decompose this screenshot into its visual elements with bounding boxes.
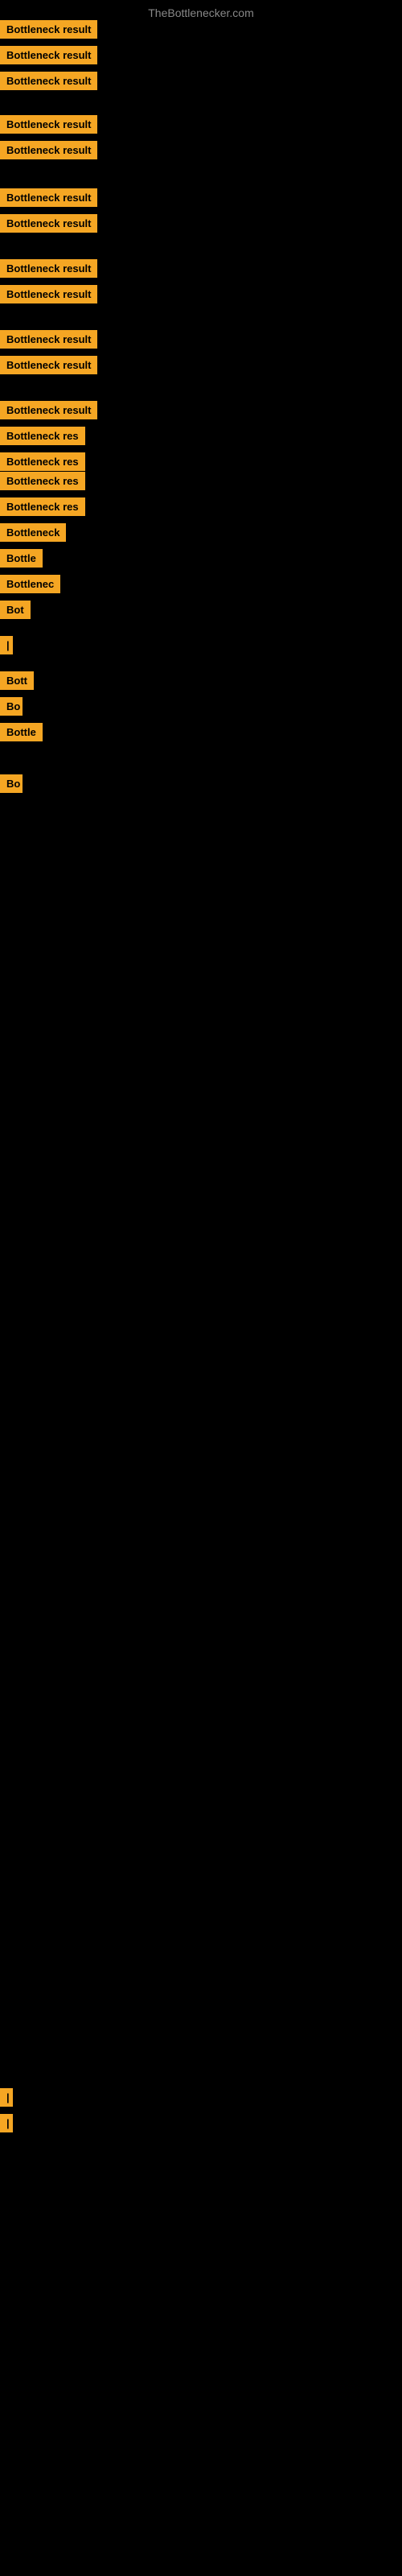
bottleneck-result-badge: Bottleneck result (0, 72, 97, 90)
bottleneck-result-badge: Bottle (0, 549, 43, 568)
bottleneck-badge-row: Bottleneck result (0, 356, 97, 378)
bottleneck-result-badge: Bottleneck res (0, 497, 85, 516)
bottleneck-badge-row: Bottle (0, 723, 43, 745)
bottleneck-badge-row: Bottleneck res (0, 427, 85, 449)
bottleneck-result-badge: Bottleneck result (0, 141, 97, 159)
bottleneck-badge-row: Bottleneck result (0, 259, 97, 282)
bottleneck-result-badge: Bottle (0, 723, 43, 741)
bottleneck-result-badge: Bottleneck result (0, 356, 97, 374)
bottleneck-badge-row: | (0, 2114, 13, 2136)
bottleneck-badge-row: Bottlenec (0, 575, 60, 597)
bottleneck-badge-row: Bottleneck result (0, 72, 97, 94)
bottleneck-badge-row: | (0, 2088, 13, 2111)
bottleneck-badge-row: Bottleneck result (0, 401, 97, 423)
bottleneck-badge-row: Bottleneck result (0, 141, 97, 163)
bottleneck-result-badge: | (0, 636, 13, 654)
bottleneck-result-badge: Bottleneck result (0, 46, 97, 64)
bottleneck-result-badge: Bottleneck result (0, 20, 97, 39)
bottleneck-result-badge: Bott (0, 671, 34, 690)
bottleneck-badge-row: Bott (0, 671, 34, 694)
bottleneck-badge-row: Bottleneck (0, 523, 66, 546)
bottleneck-result-badge: Bottleneck result (0, 330, 97, 349)
bottleneck-result-badge: | (0, 2114, 13, 2132)
bottleneck-result-badge: Bo (0, 774, 23, 793)
bottleneck-result-badge: Bottleneck result (0, 188, 97, 207)
bottleneck-result-badge: Bottleneck result (0, 285, 97, 303)
bottleneck-badge-row: Bottleneck res (0, 472, 85, 494)
bottleneck-badge-row: Bottleneck result (0, 46, 97, 68)
bottleneck-result-badge: Bottleneck result (0, 259, 97, 278)
bottleneck-result-badge: Bottleneck res (0, 452, 85, 471)
bottleneck-badge-row: Bottleneck result (0, 20, 97, 43)
bottleneck-result-badge: Bottleneck (0, 523, 66, 542)
bottleneck-result-badge: Bot (0, 601, 31, 619)
bottleneck-result-badge: Bottleneck res (0, 427, 85, 445)
bottleneck-badge-row: Bottleneck result (0, 285, 97, 308)
bottleneck-result-badge: Bottleneck result (0, 401, 97, 419)
bottleneck-badge-row: Bottleneck res (0, 497, 85, 520)
bottleneck-result-badge: Bottlenec (0, 575, 60, 593)
bottleneck-badge-row: Bot (0, 601, 31, 623)
bottleneck-badge-row: | (0, 636, 13, 658)
bottleneck-badge-row: Bottle (0, 549, 43, 572)
bottleneck-badge-row: Bo (0, 774, 23, 797)
bottleneck-result-badge: | (0, 2088, 13, 2107)
bottleneck-badge-row: Bottleneck result (0, 330, 97, 353)
bottleneck-badge-row: Bottleneck result (0, 214, 97, 237)
bottleneck-result-badge: Bottleneck result (0, 214, 97, 233)
bottleneck-result-badge: Bo (0, 697, 23, 716)
bottleneck-badge-row: Bottleneck result (0, 115, 97, 138)
bottleneck-result-badge: Bottleneck result (0, 115, 97, 134)
bottleneck-badge-row: Bo (0, 697, 23, 720)
bottleneck-badge-row: Bottleneck result (0, 188, 97, 211)
bottleneck-result-badge: Bottleneck res (0, 472, 85, 490)
